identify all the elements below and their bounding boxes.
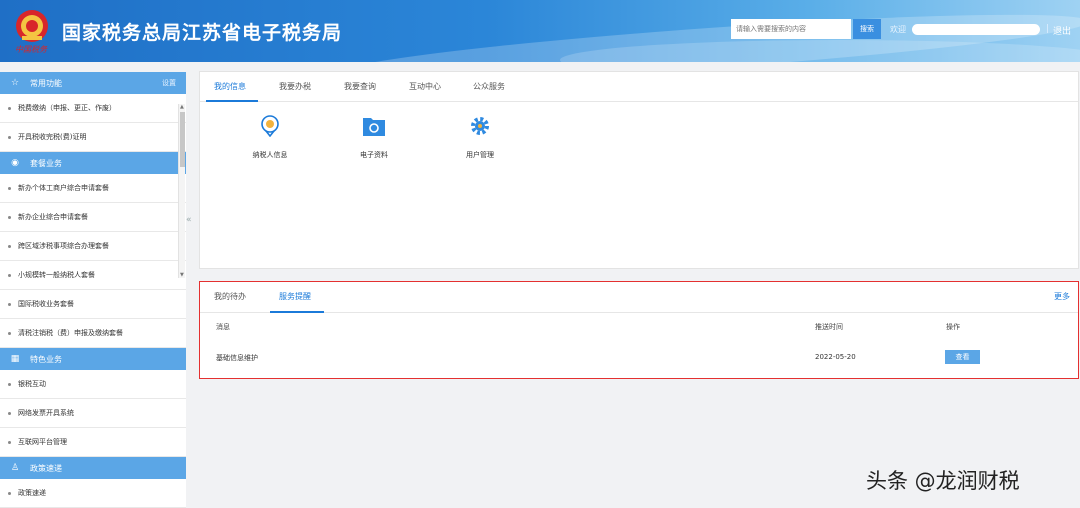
sidebar-item-policy[interactable]: 政策速递 [0,479,186,508]
seal-text: 中国税务 [15,45,47,54]
username-redacted [912,24,1040,35]
user-management-tile[interactable]: 用户管理 [450,115,510,160]
tab-query[interactable]: 我要查询 [344,81,376,92]
sidebar-item-label: 跨区域涉税事项综合办理套餐 [18,242,109,250]
scroll-down-icon[interactable]: ▼ [180,272,184,278]
column-header: 推送时间 [815,323,843,331]
bullet-icon [8,331,11,335]
reminder-panel: 我的待办 服务提醒 更多 消息 推送时间 操作 基础信息维护 2022-05-2… [199,281,1079,379]
user-icon: ♙ [10,463,20,473]
site-title: 国家税务总局江苏省电子税务局 [62,22,343,44]
bullet-icon [8,106,11,110]
column-header: 操作 [946,323,960,331]
sidebar-item-tax-certificate[interactable]: 开具税收完税(费)证明 [0,123,186,152]
bullet-icon [8,411,11,415]
bullet-icon [8,135,11,139]
taxpayer-info-tile[interactable]: 纳税人信息 [240,115,300,160]
bullet-icon [8,440,11,444]
grid-icon: ▦ [10,354,20,364]
separator: | [1046,24,1050,34]
time-cell: 2022-05-20 [815,353,856,361]
message-cell: 基础信息维护 [216,354,258,362]
sidebar-item-feature[interactable]: 银税互动 [0,370,186,399]
section-title: 套餐业务 [30,158,62,168]
folder-icon [363,118,385,136]
watermark: 头条 @龙润财税 [866,469,1020,493]
bullet-icon [8,491,11,495]
sidebar-item-feature[interactable]: 互联网平台管理 [0,428,186,457]
collapse-sidebar-icon[interactable]: « [186,215,197,231]
table-header: 消息 推送时间 操作 [200,322,1078,340]
column-header: 消息 [216,323,230,331]
active-tab-indicator [206,100,258,102]
section-header-package[interactable]: ◉ 套餐业务 [0,152,186,174]
main-tabs: 我的信息 我要办税 我要查询 互动中心 公众服务 [200,72,1078,102]
sidebar-item-label: 国际税收业务套餐 [18,300,74,308]
my-info-panel: 我的信息 我要办税 我要查询 互动中心 公众服务 纳税人信息 电子资料 用户管理 [199,71,1079,269]
tax-emblem-icon [16,10,48,42]
search-input[interactable] [731,19,851,39]
tab-my-info[interactable]: 我的信息 [214,81,246,92]
bullet-icon [8,215,11,219]
header-banner: 中国税务 国家税务总局江苏省电子税务局 搜索 欢迎 | 退出 [0,0,1080,62]
sidebar-item-label: 开具税收完税(费)证明 [18,133,87,141]
sidebar-item-label: 新办企业综合申请套餐 [18,213,88,221]
section-title: 常用功能 [30,78,62,88]
gear-icon [471,117,489,135]
sidebar-item-label: 新办个体工商户综合申请套餐 [18,184,109,192]
sidebar: ☆ 常用功能 设置 税费缴纳（申报、更正、作废） 开具税收完税(费)证明 ◉ 套… [0,72,186,508]
tab-service-reminder[interactable]: 服务提醒 [279,291,311,302]
view-button[interactable]: 查看 [945,350,980,364]
sidebar-item-label: 互联网平台管理 [18,438,67,446]
logout-link[interactable]: 退出 [1053,24,1071,37]
bullet-icon [8,244,11,248]
sidebar-item-package[interactable]: 新办企业综合申请套餐 [0,203,186,232]
tile-label: 电子资料 [360,151,388,159]
sidebar-item-feature[interactable]: 网络发票开具系统 [0,399,186,428]
bullet-icon [8,382,11,386]
tab-my-todo[interactable]: 我的待办 [214,291,246,302]
scroll-thumb[interactable] [180,112,185,167]
tab-public-service[interactable]: 公众服务 [473,81,505,92]
electronic-docs-tile[interactable]: 电子资料 [344,115,404,160]
sidebar-scrollbar[interactable]: ▲ ▼ [178,104,185,278]
section-header-policy[interactable]: ♙ 政策速递 [0,457,186,479]
sidebar-item-package[interactable]: 小规模转一般纳税人套餐 [0,261,186,290]
bullet-icon [8,186,11,190]
tab-handle-tax[interactable]: 我要办税 [279,81,311,92]
sidebar-item-label: 银税互动 [18,380,46,388]
bullet-icon [8,302,11,306]
tile-label: 用户管理 [466,151,494,159]
sidebar-item-package[interactable]: 跨区域涉税事项综合办理套餐 [0,232,186,261]
section-title: 特色业务 [30,354,62,364]
tile-label: 纳税人信息 [252,151,288,159]
active-tab-indicator [270,311,324,313]
sidebar-item-tax-payment[interactable]: 税费缴纳（申报、更正、作废） [0,94,186,123]
more-link[interactable]: 更多 [1054,291,1070,302]
sidebar-item-label: 税费缴纳（申报、更正、作废） [18,104,116,112]
welcome-text: 欢迎 [890,25,906,34]
scroll-up-icon[interactable]: ▲ [180,104,184,110]
sidebar-item-package[interactable]: 新办个体工商户综合申请套餐 [0,174,186,203]
section-header-common[interactable]: ☆ 常用功能 设置 [0,72,186,94]
stack-icon: ◉ [11,158,19,168]
taxpayer-info-icon [261,115,279,138]
reminder-tabs: 我的待办 服务提醒 更多 [200,282,1078,313]
tab-interaction[interactable]: 互动中心 [409,81,441,92]
sidebar-item-label: 小规模转一般纳税人套餐 [18,271,95,279]
sidebar-item-label: 网络发票开具系统 [18,409,74,417]
bullet-icon [8,273,11,277]
settings-link[interactable]: 设置 [162,78,176,88]
search-button[interactable]: 搜索 [853,19,881,39]
section-title: 政策速递 [30,463,62,473]
sidebar-item-package[interactable]: 国际税收业务套餐 [0,290,186,319]
section-header-feature[interactable]: ▦ 特色业务 [0,348,186,370]
sidebar-item-label: 政策速递 [18,489,46,497]
sidebar-item-package[interactable]: 清税注销税（费）申报及缴纳套餐 [0,319,186,348]
table-row: 基础信息维护 2022-05-20 查看 [200,350,1078,369]
star-icon: ☆ [10,78,20,88]
sidebar-item-label: 清税注销税（费）申报及缴纳套餐 [18,329,123,337]
